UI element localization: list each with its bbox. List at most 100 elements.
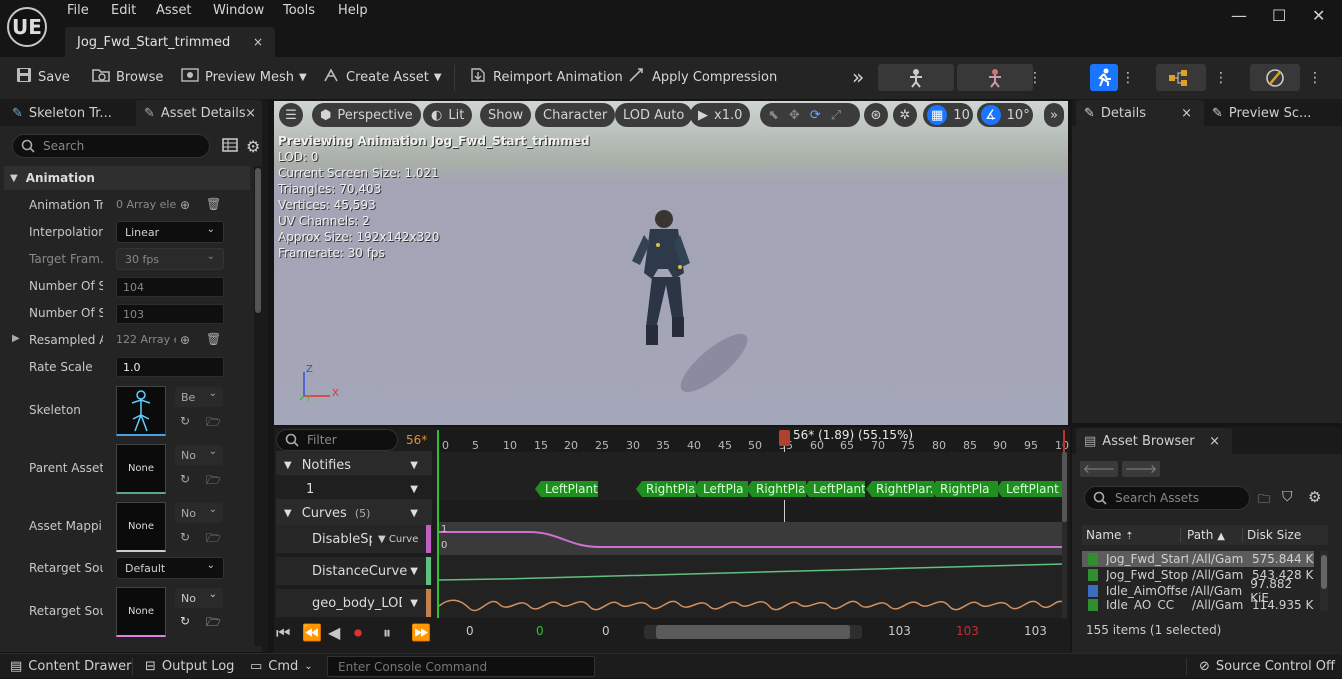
mesh-mode-options-icon[interactable]: ⋮	[1028, 64, 1042, 91]
mesh-mode-icon[interactable]	[957, 64, 1033, 91]
toolbar-overflow-button[interactable]: »	[852, 57, 864, 97]
reset-arrow-icon[interactable]: ↻	[180, 614, 190, 628]
interpolation-select[interactable]: Linear ⌄	[116, 221, 224, 243]
menu-tools[interactable]: Tools	[283, 3, 315, 18]
source-control-button[interactable]: ⊘ Source Control Off	[1199, 654, 1335, 679]
reimport-animation-button[interactable]: Reimport Animation	[469, 57, 623, 97]
chevron-down-icon[interactable]: ▼	[410, 508, 418, 519]
viewport-menu-icon[interactable]: ☰	[279, 103, 303, 127]
browse-folder-icon[interactable]: 🗁	[206, 413, 221, 434]
animation-section-header[interactable]: ▼ Animation	[4, 166, 250, 190]
close-panel-icon[interactable]: ×	[1181, 106, 1192, 121]
rate-scale-input[interactable]: 1.0	[116, 357, 224, 377]
add-element-icon[interactable]: ⊕	[180, 198, 190, 212]
console-command-input[interactable]: Enter Console Command	[327, 656, 595, 677]
close-panel-icon[interactable]: ×	[1209, 434, 1220, 449]
play-reverse-icon[interactable]: ◀	[328, 623, 340, 642]
record-icon[interactable]: ⏺	[354, 623, 362, 643]
animation-mode-options-icon[interactable]: ⋮	[1121, 64, 1135, 91]
notify-event[interactable]: LeftPlant	[535, 481, 598, 497]
asset-list-scrollbar[interactable]	[1320, 551, 1328, 611]
view-end-field[interactable]: 103	[888, 624, 911, 638]
maximize-icon[interactable]: ☐	[1272, 6, 1286, 25]
view-start-field[interactable]: 0	[602, 624, 610, 638]
notify-event[interactable]: RightPla	[930, 481, 998, 497]
tab-skeleton-tree[interactable]: ✎ Skeleton Tr...	[6, 100, 134, 126]
reset-arrow-icon[interactable]: ↻	[180, 530, 190, 544]
animation-mode-icon[interactable]	[1090, 64, 1118, 91]
asset-list-scrollbar-thumb[interactable]	[1321, 555, 1327, 589]
column-path[interactable]: Path ▲	[1180, 528, 1242, 542]
expand-arrow-icon[interactable]: ▶	[12, 333, 20, 344]
cmd-button[interactable]: ▭ Cmd ⌄	[250, 654, 313, 679]
notify-event[interactable]: LeftPlant	[996, 481, 1062, 497]
chevron-down-icon[interactable]: ▼	[410, 566, 418, 577]
curve-track-header[interactable]: geo_body_LOD( ▼	[276, 589, 432, 617]
timeline-filter-input[interactable]: Filter	[276, 429, 398, 451]
perspective-button[interactable]: ⬢ Perspective	[312, 103, 421, 127]
retarget-source-select[interactable]: Default ⌄	[116, 557, 224, 579]
tab-details[interactable]: ✎ Details ×	[1076, 100, 1204, 126]
view-range-thumb[interactable]	[656, 625, 850, 639]
skeleton-mode-icon[interactable]	[878, 64, 954, 91]
unreal-logo-icon[interactable]: UE	[7, 7, 47, 47]
pause-icon[interactable]: ⏸	[383, 623, 391, 643]
close-window-icon[interactable]: ✕	[1312, 6, 1325, 25]
world-local-icon[interactable]: ⊛	[864, 103, 888, 127]
skip-to-start-icon[interactable]: ⏮	[276, 623, 290, 643]
browse-folder-icon[interactable]: 🗁	[206, 613, 221, 634]
asset-row-selected[interactable]: Jog_Fwd_Start /All/Gam 575.844 K	[1082, 551, 1314, 567]
details-scrollbar-thumb[interactable]	[255, 168, 261, 313]
step-back-icon[interactable]: ⏪	[302, 623, 322, 642]
retarget-source-asset-thumbnail[interactable]: None	[116, 587, 166, 637]
tab-asset-browser[interactable]: ▤ Asset Browser ×	[1076, 428, 1232, 454]
details-search-input[interactable]: Search	[12, 134, 210, 158]
notify-event[interactable]: RightPlan	[866, 481, 934, 497]
filter-icon[interactable]: ⛉	[1282, 489, 1293, 505]
select-icon[interactable]: ⬉	[768, 108, 779, 123]
create-asset-button[interactable]: Create Asset ▼	[322, 57, 442, 97]
viewport-overflow-icon[interactable]: »	[1044, 103, 1064, 127]
delete-icon[interactable]: 🗑	[206, 197, 221, 211]
notify-event[interactable]: RightPla	[746, 481, 806, 497]
close-tab-icon[interactable]: ×	[253, 35, 263, 49]
playback-start-field[interactable]: 0	[536, 624, 544, 638]
tab-asset-details[interactable]: ✎ Asset Details ×	[136, 100, 262, 126]
playback-speed-button[interactable]: ▶ x1.0	[690, 103, 751, 127]
chevron-down-icon[interactable]: ▼	[410, 484, 418, 495]
browse-folder-icon[interactable]: 🗁	[206, 471, 221, 492]
tab-preview-scene[interactable]: ✎ Preview Sc...	[1208, 100, 1336, 126]
end-frame-field[interactable]: 103	[1024, 624, 1047, 638]
chevron-down-icon[interactable]: ▼	[410, 598, 418, 609]
start-frame-field[interactable]: 0	[466, 624, 474, 638]
minimize-icon[interactable]: —	[1231, 6, 1247, 25]
close-panel-icon[interactable]: ×	[245, 106, 256, 121]
output-log-button[interactable]: ⊟ Output Log	[145, 654, 234, 679]
folder-icon[interactable]: 🗀	[1258, 490, 1270, 511]
add-element-icon[interactable]: ⊕	[180, 333, 190, 347]
scale-icon[interactable]: ⤢	[831, 108, 841, 123]
lod-button[interactable]: LOD Auto	[615, 103, 693, 127]
preview-viewport[interactable]	[274, 101, 1068, 425]
physics-mode-options-icon[interactable]: ⋮	[1308, 64, 1322, 91]
skeleton-picker[interactable]: Be ⌄	[175, 387, 223, 407]
skeleton-thumbnail[interactable]	[116, 386, 166, 436]
settings-gear-icon[interactable]: ⚙	[1308, 488, 1321, 506]
grid-snap-button[interactable]: ▦ 10	[923, 103, 973, 127]
content-drawer-button[interactable]: ▤ Content Drawer	[10, 654, 131, 679]
table-view-icon[interactable]	[222, 137, 238, 156]
asset-mapping-picker[interactable]: No ⌄	[175, 503, 223, 523]
physics-mode-icon[interactable]	[1250, 64, 1300, 91]
menu-window[interactable]: Window	[213, 3, 264, 18]
timeline-scrollbar[interactable]	[1062, 452, 1067, 618]
curve-track-header[interactable]: DisableSpe ▼ Curve	[276, 525, 432, 553]
current-frame-field[interactable]: 56*	[406, 433, 427, 447]
browse-folder-icon[interactable]: 🗁	[206, 529, 221, 550]
parent-asset-thumbnail[interactable]: None	[116, 444, 166, 494]
curve-graph-area[interactable]: 1 0	[439, 522, 1063, 618]
playback-end-field[interactable]: 103	[956, 624, 979, 638]
parent-asset-picker[interactable]: No ⌄	[175, 445, 223, 465]
curve-type-dropdown[interactable]: ▼ Curve	[378, 534, 418, 545]
asset-row[interactable]: Idle_AO_CC /All/Gam 114.935 K	[1082, 599, 1314, 611]
angle-snap-button[interactable]: ∡ 10°	[977, 103, 1033, 127]
